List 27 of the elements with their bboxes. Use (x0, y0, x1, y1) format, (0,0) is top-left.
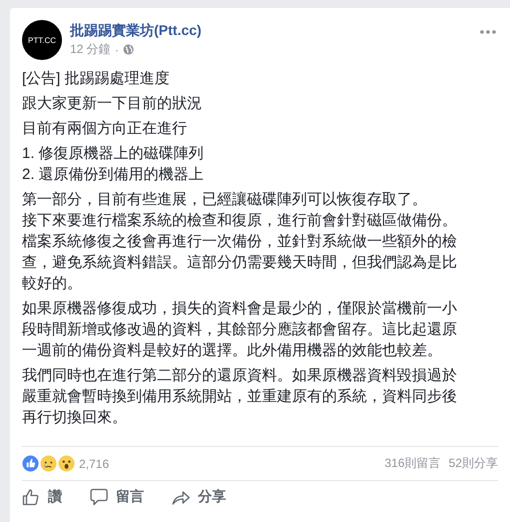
post-paragraph: 跟大家更新一下目前的狀況 (22, 94, 203, 114)
post-paragraph: 第一部分，目前有些進展，已經讓磁碟陣列可以恢復存取了。 (22, 190, 428, 210)
speech-bubble-icon (90, 488, 108, 506)
post-paragraph: [公告] 批踢踢處理進度 (22, 69, 171, 89)
thumbs-up-icon (22, 488, 40, 506)
separator-dot: · (114, 42, 119, 56)
post-time[interactable]: 12 分鐘 (70, 41, 111, 58)
wow-emoji-icon[interactable] (58, 455, 75, 472)
like-action-button[interactable]: 讚 (22, 486, 62, 508)
share-arrow-icon (172, 489, 190, 505)
globe-icon (122, 44, 134, 55)
post-paragraph: 檔案系統修復之後會再進行一次備份，並針對系統做一些額外的檢查，避免系統資料錯誤。這部分仍需要幾天時間，但我們認為是比較好的。 (22, 232, 458, 294)
shares-count-link[interactable]: 52則分享 (448, 455, 498, 472)
post-paragraph: 接下來要進行檔案系統的檢查和復原，進行前會針對磁區做備份。 (22, 211, 458, 231)
sad-emoji-icon[interactable] (40, 455, 57, 472)
list-item: 2. 還原備份到備用的機器上 (22, 165, 205, 185)
list-item: 1. 修復原機器上的磁碟陣列 (22, 144, 205, 164)
post-paragraph: 我們同時也在進行第二部分的還原資料。如果原機器資料毀損過於嚴重就會暫時換到備用系統開站，並重建原有的系統，資料同步後再行切換回來。 (22, 366, 458, 428)
share-action-button[interactable]: 分享 (172, 486, 226, 508)
post-paragraph: 目前有兩個方向正在進行 (22, 119, 188, 139)
page-name-link[interactable]: 批踢踢實業坊(Ptt.cc) (70, 21, 480, 39)
more-options-icon[interactable] (480, 30, 496, 34)
reaction-count[interactable]: 2,716 (79, 456, 110, 470)
page-avatar[interactable]: PTT.CC (22, 20, 62, 60)
comment-action-button[interactable]: 留言 (90, 486, 144, 508)
comments-count-link[interactable]: 316則留言 (384, 455, 441, 472)
post-paragraph: 如果原機器修復成功，損失的資料會是最少的，僅限於當機前一小段時間新增或修改過的資料，其餘部分應該都會留存。這比起還原一週前的備份資料是較好的選擇。此外備用機器的效能也較差。 (22, 299, 458, 361)
